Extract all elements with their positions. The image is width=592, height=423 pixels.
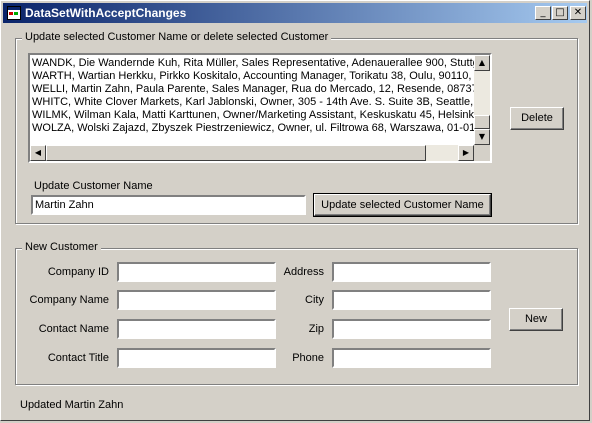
update-name-label: Update Customer Name — [34, 180, 153, 192]
new-customer-button[interactable]: New — [509, 308, 563, 331]
contact-title-label: Contact Title — [47, 352, 109, 364]
scroll-right-icon[interactable]: ▶ — [458, 145, 474, 161]
city-label: City — [305, 294, 324, 306]
phone-label: Phone — [292, 352, 324, 364]
vertical-scrollbar[interactable]: ▲ ▼ — [474, 55, 490, 145]
update-name-input[interactable]: Martin Zahn — [31, 195, 306, 215]
status-text: Updated Martin Zahn — [20, 399, 124, 411]
company-name-input[interactable] — [117, 290, 276, 310]
maximize-button[interactable]: □ — [552, 6, 568, 20]
company-id-label: Company ID — [47, 266, 109, 278]
customer-listbox[interactable]: WANDK, Die Wandernde Kuh, Rita Müller, S… — [28, 53, 492, 163]
scroll-left-icon[interactable]: ◀ — [30, 145, 46, 161]
customer-list-item[interactable]: WARTH, Wartian Herkku, Pirkko Koskitalo,… — [30, 70, 490, 83]
contact-name-input[interactable] — [117, 319, 276, 339]
zip-label: Zip — [308, 323, 324, 335]
customer-list-item[interactable]: WOLZA, Wolski Zajazd, Zbyszek Piestrzeni… — [30, 122, 481, 135]
contact-title-input[interactable] — [117, 348, 276, 368]
company-name-label: Company Name — [29, 294, 109, 306]
title-bar[interactable]: DataSetWithAcceptChanges _ □ ✕ — [3, 3, 587, 23]
company-id-input[interactable] — [117, 262, 276, 282]
customer-list-item[interactable]: WHITC, White Clover Markets, Karl Jablon… — [30, 96, 490, 109]
customer-list: WANDK, Die Wandernde Kuh, Rita Müller, S… — [30, 57, 490, 135]
update-group-title: Update selected Customer Name or delete … — [22, 31, 332, 43]
phone-input[interactable] — [332, 348, 491, 368]
scroll-down-icon[interactable]: ▼ — [474, 129, 490, 145]
address-input[interactable] — [332, 262, 491, 282]
scroll-up-icon[interactable]: ▲ — [474, 55, 490, 71]
new-customer-group: New Customer Company ID Company Name Con… — [15, 241, 578, 385]
close-button[interactable]: ✕ — [570, 6, 586, 20]
delete-button[interactable]: Delete — [510, 107, 564, 130]
minimize-button[interactable]: _ — [535, 6, 551, 20]
zip-input[interactable] — [332, 319, 491, 339]
city-input[interactable] — [332, 290, 491, 310]
vertical-scroll-thumb[interactable] — [474, 115, 490, 129]
horizontal-scrollbar[interactable]: ◀ ▶ — [30, 145, 474, 161]
update-customer-name-button[interactable]: Update selected Customer Name — [313, 193, 492, 217]
customer-list-item[interactable]: WANDK, Die Wandernde Kuh, Rita Müller, S… — [30, 57, 490, 70]
main-window: DataSetWithAcceptChanges _ □ ✕ Update se… — [0, 0, 590, 421]
contact-name-label: Contact Name — [38, 323, 109, 335]
customer-list-item[interactable]: WELLI, Martin Zahn, Paula Parente, Sales… — [30, 83, 490, 96]
address-label: Address — [283, 266, 324, 278]
customer-list-item[interactable]: WILMK, Wilman Kala, Matti Karttunen, Own… — [30, 109, 490, 122]
update-customer-group: Update selected Customer Name or delete … — [15, 31, 578, 224]
horizontal-scroll-thumb[interactable] — [46, 145, 426, 161]
app-window-icon — [7, 6, 21, 20]
window-title: DataSetWithAcceptChanges — [25, 6, 187, 20]
new-customer-group-title: New Customer — [22, 241, 101, 253]
scrollbar-corner — [474, 145, 490, 161]
